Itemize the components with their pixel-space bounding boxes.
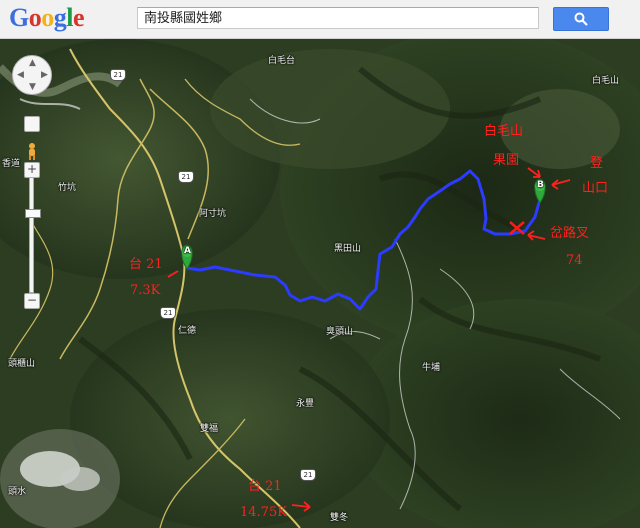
place-label: 香道	[2, 159, 21, 169]
road-shield: 21	[160, 307, 176, 319]
annotation-road-b-name: 台 21	[248, 479, 282, 494]
road-shield: 21	[178, 171, 194, 183]
pan-right-icon[interactable]: ▶	[41, 71, 48, 80]
zoom-slider-thumb[interactable]	[25, 209, 41, 218]
pegman-icon[interactable]	[24, 142, 40, 160]
road-shield: 21	[110, 69, 126, 81]
pan-up-icon[interactable]: ▲	[29, 59, 36, 68]
map-canvas[interactable]: A B 白毛台 白毛山 黑田山 臭頭山 牛埔 永豐 竹坑 阿寸坑 仁德 雙福 頭…	[0, 39, 640, 528]
annotation-junction-1: 岔路叉	[550, 226, 590, 241]
logo-letter: o	[41, 3, 54, 32]
place-label: 仁德	[178, 326, 197, 336]
place-label: 牛埔	[422, 363, 441, 373]
google-logo[interactable]: Google	[9, 3, 85, 32]
annotation-road-b-km: 14.75K	[240, 505, 287, 520]
search-input[interactable]: 南投縣國姓鄉	[137, 7, 539, 29]
place-label: 黑田山	[334, 244, 362, 254]
pan-left-icon[interactable]: ◀	[17, 71, 24, 80]
zoom-reset-button[interactable]	[24, 116, 40, 132]
zoom-slider-track[interactable]	[29, 177, 34, 293]
place-label: 臭頭山	[326, 327, 354, 337]
zoom-in-button[interactable]: +	[24, 162, 40, 178]
annotation-trailhead-1: 登	[590, 156, 604, 171]
satellite-imagery	[0, 39, 640, 528]
place-label: 頭櫃山	[8, 359, 36, 369]
zoom-out-button[interactable]: −	[24, 293, 40, 309]
annotation-orchard: 果園	[493, 153, 520, 168]
road-shield: 21	[300, 469, 316, 481]
place-label: 竹坑	[58, 183, 77, 193]
top-bar: Google 南投縣國姓鄉	[0, 0, 640, 39]
place-label: 頭水	[8, 487, 27, 497]
search-icon	[574, 12, 588, 26]
place-label: 白毛台	[268, 56, 296, 66]
marker-a-label: A	[184, 246, 191, 256]
place-label: 白毛山	[592, 76, 620, 86]
logo-letter: e	[72, 3, 85, 32]
logo-letter: g	[53, 3, 67, 32]
annotation-junction-km: 74	[566, 253, 583, 268]
annotation-trailhead-2: 山口	[582, 181, 609, 196]
logo-letter: o	[28, 3, 42, 32]
google-maps-window: Google 南投縣國姓鄉 A B 白毛台 白毛山 黑田山 臭頭山 牛埔 永豐 …	[0, 0, 640, 528]
logo-letter: G	[9, 3, 29, 32]
place-label: 雙福	[200, 424, 219, 434]
annotation-mountain: 白毛山	[484, 124, 524, 139]
pan-down-icon[interactable]: ▼	[29, 83, 36, 92]
marker-b-label: B	[537, 180, 544, 190]
logo-letter: l	[66, 3, 73, 32]
place-label: 雙冬	[330, 513, 349, 523]
place-label: 阿寸坑	[199, 209, 227, 219]
annotation-road-a-name: 台 21	[129, 257, 163, 272]
place-label: 永豐	[296, 399, 315, 409]
pan-control[interactable]: ▲ ▼ ◀ ▶	[12, 55, 52, 95]
annotation-road-a-km: 7.3K	[130, 283, 161, 298]
search-button[interactable]	[553, 7, 609, 31]
